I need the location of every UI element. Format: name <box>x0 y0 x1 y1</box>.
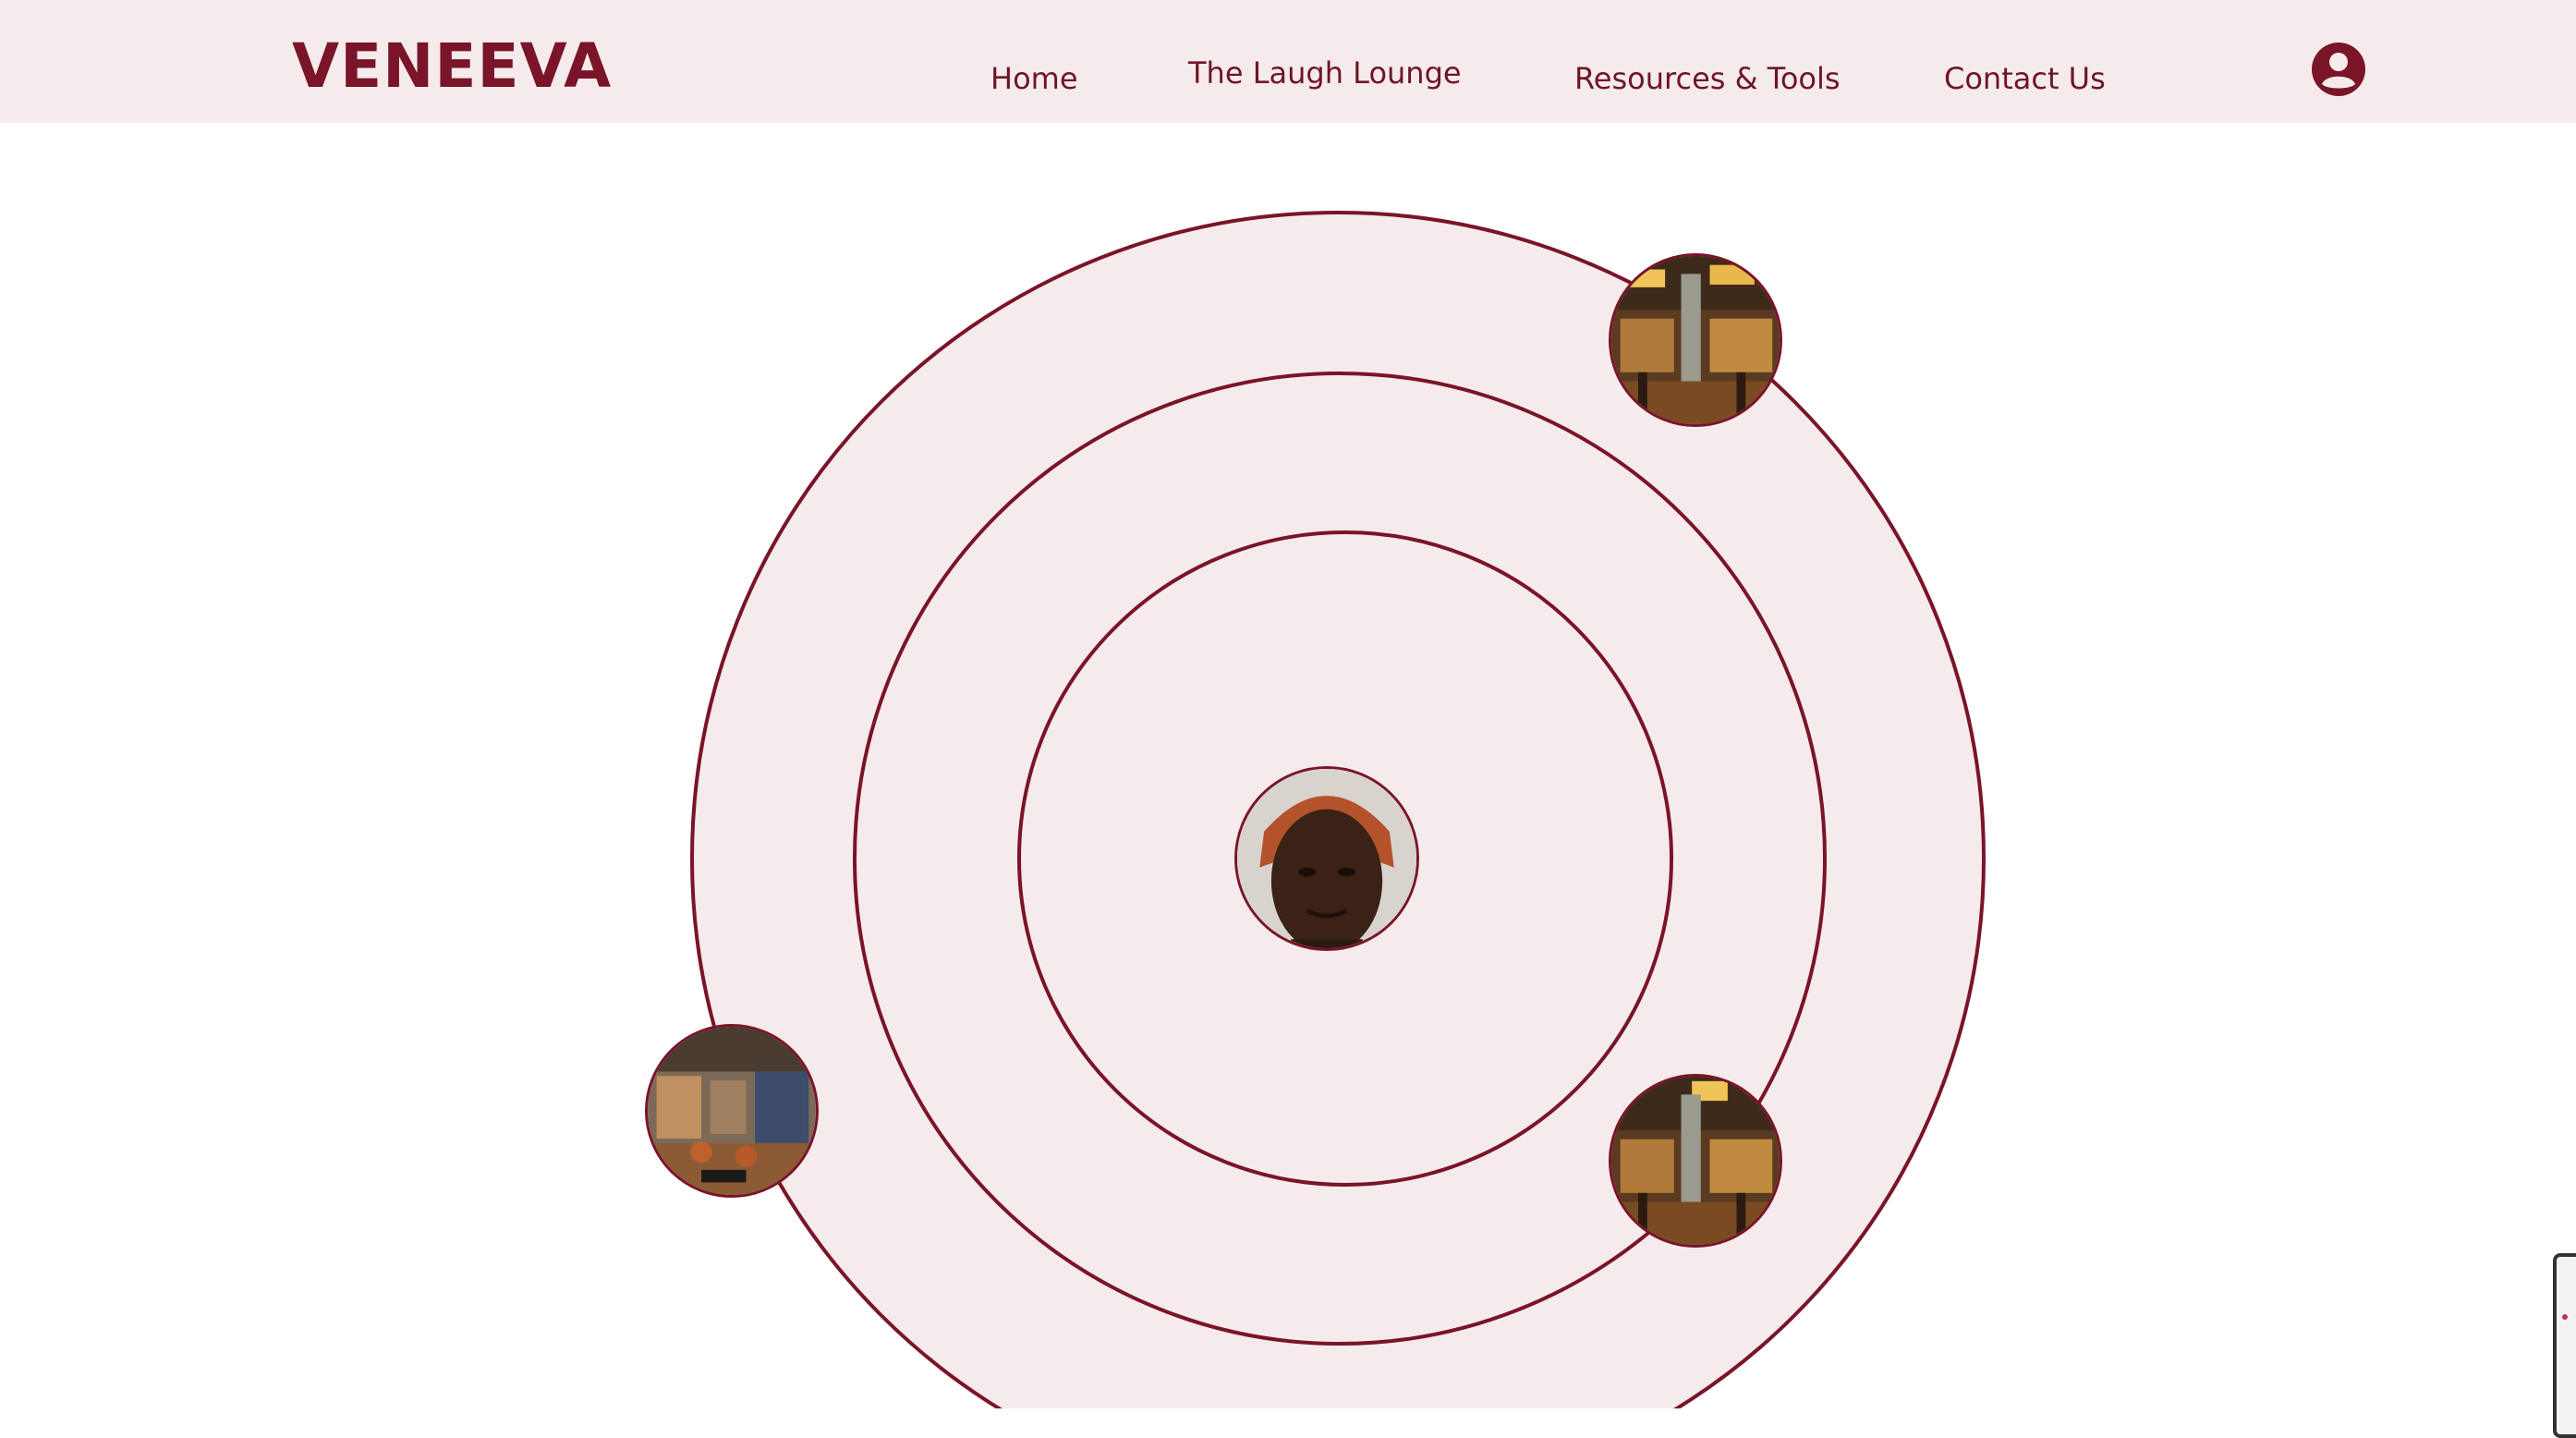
user-circle-icon[interactable] <box>2311 42 2366 97</box>
nav-laugh-lounge[interactable]: The Laugh Lounge <box>1188 55 1462 91</box>
venue-photo-bottom-right[interactable] <box>1609 1074 1782 1248</box>
widget-indicator-icon <box>2562 1314 2568 1320</box>
brand-logo[interactable]: VENEEVA <box>292 26 612 107</box>
orbit-section <box>0 123 2576 1408</box>
venue-photo-top-right[interactable] <box>1609 253 1782 427</box>
nav-contact-us[interactable]: Contact Us <box>1944 60 2106 97</box>
orbit-rings <box>690 211 1986 1408</box>
floating-widget-tab[interactable] <box>2553 1253 2576 1438</box>
site-header: VENEEVA Home The Laugh Lounge Resources … <box>0 0 2576 123</box>
venue-photo-left[interactable] <box>645 1024 819 1198</box>
nav-resources-tools[interactable]: Resources & Tools <box>1574 60 1841 97</box>
center-person-avatar[interactable] <box>1234 766 1419 951</box>
nav-home[interactable]: Home <box>990 60 1078 97</box>
